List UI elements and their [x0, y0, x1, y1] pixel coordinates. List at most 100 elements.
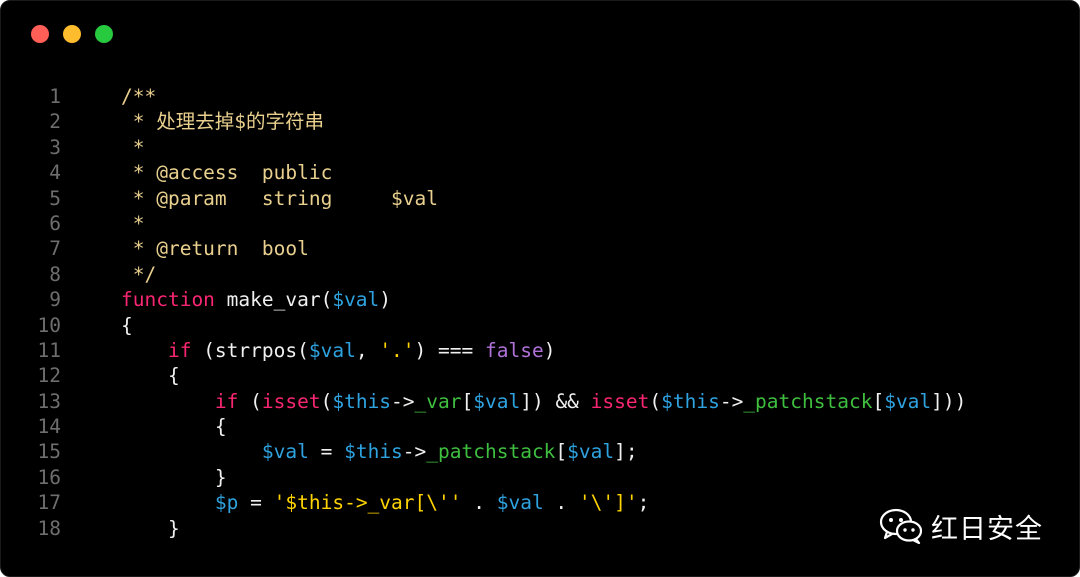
- code-token: '\']': [578, 491, 638, 515]
- code-text: $p = '$this->_var[\'' . $val . '\']';: [121, 490, 649, 515]
- code-token: '.': [379, 338, 415, 362]
- code-text: /**: [121, 84, 156, 109]
- code-text: if (isset($this->_var[$val]) && isset($t…: [121, 389, 966, 414]
- code-line: 4 * @access public: [1, 160, 1079, 185]
- code-token: ->: [391, 389, 415, 413]
- line-number: 3: [49, 135, 61, 159]
- code-line: 12 {: [1, 363, 1079, 388]
- code-window: 1/** 2 * 处理去掉$的字符串 3 * 4 * @access public 5 …: [0, 0, 1080, 577]
- code-token: $val: [332, 288, 380, 312]
- code-token: ): [543, 338, 556, 362]
- code-token: *: [121, 135, 145, 159]
- code-line: 7 * @return bool: [1, 236, 1079, 261]
- code-token: _patchstack: [743, 389, 873, 413]
- code-text: {: [121, 363, 180, 388]
- code-line: 10 {: [1, 313, 1079, 338]
- code-token: =: [308, 440, 345, 464]
- line-number: 13: [37, 389, 61, 413]
- code-token: /**: [121, 85, 157, 108]
- code-line: 6 *: [1, 211, 1079, 236]
- code-token: if: [214, 389, 239, 413]
- code-token: make_var(: [214, 288, 333, 312]
- code-token: '$this->_var[\'': [273, 491, 462, 515]
- code-text: function make_var($val): [121, 287, 391, 312]
- line-number: 11: [37, 338, 61, 362]
- code-token: $val: [567, 440, 615, 464]
- line-number: 17: [37, 491, 61, 515]
- code-token: [: [461, 389, 474, 413]
- code-text: * @param string $val: [121, 186, 438, 211]
- code-text: *: [121, 211, 145, 236]
- code-token: $p: [214, 491, 239, 515]
- line-number: 2: [49, 110, 61, 134]
- code-line: 13 if (isset($this->_var[$val]) && isset…: [1, 389, 1079, 414]
- close-button[interactable]: [31, 25, 49, 43]
- code-token: $this: [344, 440, 403, 464]
- code-token: isset: [590, 389, 650, 413]
- line-number: 18: [37, 516, 61, 540]
- code-token: ->: [719, 389, 744, 413]
- code-token: $val: [496, 491, 544, 515]
- code-token: $val: [884, 389, 932, 413]
- code-token: isset: [261, 389, 321, 413]
- line-number: 7: [49, 237, 61, 261]
- watermark: 红日安全: [879, 506, 1043, 546]
- code-token: =: [238, 491, 274, 515]
- line-number: 10: [37, 313, 61, 337]
- line-number: 4: [49, 161, 61, 185]
- code-token: (strrpos(: [191, 338, 309, 362]
- code-token: }: [121, 516, 180, 540]
- code-token: (: [649, 389, 662, 413]
- line-number: 12: [37, 364, 61, 388]
- code-token: * @access public: [121, 161, 333, 185]
- code-line: 5 * @param string $val: [1, 186, 1079, 211]
- code-text: *: [121, 135, 145, 160]
- code-line: 11 if (strrpos($val, '.') === false): [1, 338, 1079, 363]
- code-token: *: [121, 211, 145, 235]
- code-text: * @return bool: [121, 236, 309, 261]
- code-line: 8 */: [1, 262, 1079, 287]
- watermark-text: 红日安全: [931, 513, 1043, 545]
- code-token: [: [872, 389, 885, 413]
- code-token: _patchstack: [426, 440, 556, 464]
- code-token: ,: [355, 338, 380, 362]
- code-text: */: [121, 262, 157, 287]
- line-number: 16: [37, 465, 61, 489]
- maximize-button[interactable]: [95, 25, 113, 43]
- code-token: {: [121, 364, 180, 388]
- code-token: ->: [402, 440, 427, 464]
- code-token: * @param string $val: [121, 186, 438, 210]
- line-number: 6: [49, 211, 61, 235]
- code-token: if: [167, 338, 192, 362]
- code-line: 14 {: [1, 414, 1079, 439]
- code-text: * @access public: [121, 160, 333, 185]
- code-token: $val: [473, 389, 521, 413]
- code-token: .: [543, 491, 579, 515]
- line-number: 5: [49, 186, 61, 210]
- code-token: {: [121, 313, 133, 337]
- code-text: {: [121, 313, 133, 338]
- code-token: ): [379, 288, 392, 312]
- code-token: * 处理去掉$的字符串: [121, 110, 324, 134]
- code-text: $val = $this->_patchstack[$val];: [121, 439, 638, 464]
- code-token: ) ===: [414, 338, 485, 362]
- code-token: * @return bool: [121, 237, 309, 261]
- code-line: 1 /**: [1, 84, 1079, 109]
- line-number: 1: [49, 85, 61, 108]
- code-text: {: [121, 414, 227, 439]
- minimize-button[interactable]: [63, 25, 81, 43]
- code-token: .: [461, 491, 497, 515]
- line-number: 8: [49, 262, 61, 286]
- code-line: 9 function make_var($val): [1, 287, 1079, 312]
- line-number: 14: [37, 415, 61, 439]
- code-line: 2 * 处理去掉$的字符串: [1, 109, 1079, 134]
- code-line: 15 $val = $this->_patchstack[$val];: [1, 439, 1079, 464]
- code-token: {: [121, 415, 227, 439]
- code-token: */: [121, 262, 157, 286]
- code-line: 3 *: [1, 135, 1079, 160]
- code-token: [: [555, 440, 568, 464]
- code-token: (: [320, 389, 333, 413]
